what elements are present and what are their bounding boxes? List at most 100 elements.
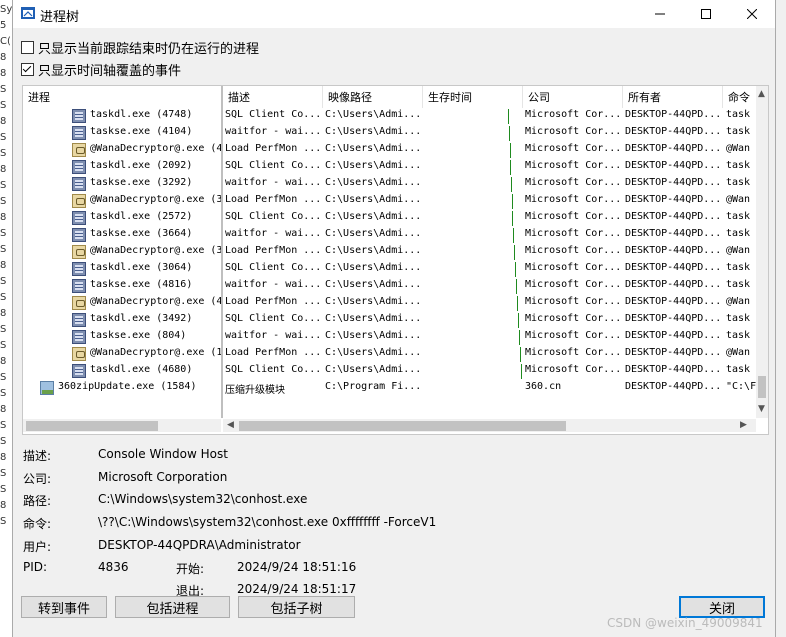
right-pane-horizontal-scrollbar[interactable]: ◀ ▶ — [223, 419, 756, 432]
process-image-path: C:\Users\Admi... — [325, 330, 421, 341]
column-header-owner[interactable]: 所有者 — [623, 86, 723, 108]
left-pane-horizontal-scrollbar[interactable] — [23, 419, 221, 432]
maximize-button[interactable] — [683, 0, 729, 28]
include-process-button[interactable]: 包括进程 — [115, 596, 230, 618]
process-row[interactable]: @WanaDecryptor@.exe (4 Load PerfMon ... C:… — [23, 141, 756, 158]
include-subtree-button[interactable]: 包括子树 — [238, 596, 355, 618]
process-description: Load PerfMon ... — [225, 347, 321, 358]
process-row[interactable]: @WanaDecryptor@.exe (3 Load PerfMon ... C:… — [23, 192, 756, 209]
process-name: taskdl.exe (3492) — [90, 313, 193, 324]
process-name: taskse.exe (4816) — [90, 279, 193, 290]
column-header-command[interactable]: 命令 — [723, 86, 756, 108]
process-row[interactable]: @WanaDecryptor@.exe (3 Load PerfMon ... C:… — [23, 243, 756, 260]
process-row[interactable]: taskdl.exe (4680) SQL Client Co... C:\User… — [23, 362, 756, 379]
process-owner: DESKTOP-44QPD... — [625, 194, 721, 205]
background-text: 8 — [0, 308, 7, 319]
background-text: S — [0, 228, 7, 239]
vertical-scroll-thumb[interactable] — [758, 376, 766, 398]
background-text: S — [0, 468, 7, 479]
process-tree-app-icon — [21, 7, 35, 19]
left-pane-scroll-thumb[interactable] — [26, 421, 158, 431]
process-command: @Wan — [726, 143, 751, 154]
process-image-path: C:\Users\Admi... — [325, 347, 421, 358]
detail-value-exit: 2024/9/24 18:51:17 — [237, 582, 357, 596]
process-description: waitfor - wai... — [225, 126, 321, 137]
only-running-checkbox[interactable]: 只显示当前跟踪结束时仍在运行的进程 — [21, 38, 381, 57]
close-window-button[interactable] — [729, 0, 775, 28]
column-header-process[interactable]: 进程 — [23, 86, 223, 108]
process-row[interactable]: taskdl.exe (2092) SQL Client Co... C:\User… — [23, 158, 756, 175]
exe-icon — [72, 279, 86, 293]
minimize-button[interactable] — [637, 0, 683, 28]
process-row[interactable]: taskdl.exe (4748) SQL Client Co... C:\User… — [23, 107, 756, 124]
process-command: task — [726, 279, 751, 290]
detail-label-company: 公司: — [23, 472, 52, 486]
exe-icon — [72, 364, 86, 378]
process-image-path: C:\Users\Admi... — [325, 262, 421, 273]
process-row[interactable]: @WanaDecryptor@.exe (4 Load PerfMon ... C:… — [23, 294, 756, 311]
checkbox-box[interactable] — [21, 40, 34, 54]
scroll-right-icon[interactable]: ▶ — [740, 420, 747, 430]
process-row[interactable]: @WanaDecryptor@.exe (1 Load PerfMon ... C:… — [23, 345, 756, 362]
process-name: @WanaDecryptor@.exe (3 — [90, 194, 221, 205]
column-header-company[interactable]: 公司 — [523, 86, 623, 108]
process-image-path: C:\Users\Admi... — [325, 279, 421, 290]
right-pane-scroll-thumb[interactable] — [239, 421, 566, 431]
process-owner: DESKTOP-44QPD... — [625, 381, 721, 392]
process-image-path: C:\Users\Admi... — [325, 296, 421, 307]
background-text: 8 — [0, 164, 7, 175]
process-owner: DESKTOP-44QPD... — [625, 296, 721, 307]
exe-icon — [72, 262, 86, 276]
process-image-path: C:\Users\Admi... — [325, 126, 421, 137]
process-owner: DESKTOP-44QPD... — [625, 160, 721, 171]
process-row[interactable]: taskse.exe (3664) waitfor - wai... C:\User… — [23, 226, 756, 243]
process-image-path: C:\Users\Admi... — [325, 109, 421, 120]
close-button[interactable]: 关闭 — [679, 596, 765, 618]
lifetime-bar — [510, 143, 511, 158]
process-row[interactable]: taskdl.exe (2572) SQL Client Co... C:\User… — [23, 209, 756, 226]
checkbox-box[interactable] — [21, 62, 34, 76]
process-row[interactable]: taskse.exe (804) waitfor - wai... C:\Users… — [23, 328, 756, 345]
process-row[interactable]: taskdl.exe (3064) SQL Client Co... C:\User… — [23, 260, 756, 277]
goto-event-button[interactable]: 转到事件 — [21, 596, 107, 618]
detail-value-start: 2024/9/24 18:51:16 — [237, 560, 357, 574]
process-command: task — [726, 211, 751, 222]
lifetime-bar — [519, 330, 520, 345]
process-owner: DESKTOP-44QPD... — [625, 279, 721, 290]
process-description: waitfor - wai... — [225, 177, 321, 188]
only-running-label: 只显示当前跟踪结束时仍在运行的进程 — [38, 41, 260, 57]
process-tree-list[interactable]: 进程 描述 映像路径 生存时间 公司 所有者 命令 taskdl.exe (47… — [22, 85, 769, 435]
scroll-down-icon[interactable]: ▼ — [758, 404, 765, 414]
scroll-left-icon[interactable]: ◀ — [227, 420, 234, 430]
process-description: waitfor - wai... — [225, 279, 321, 290]
process-company: Microsoft Cor... — [525, 262, 621, 273]
background-text: 8 — [0, 452, 7, 463]
detail-value-user: DESKTOP-44QPDRA\Administrator — [98, 538, 301, 552]
process-command: task — [726, 330, 751, 341]
lifetime-bar — [510, 160, 511, 175]
column-header-image-path[interactable]: 映像路径 — [323, 86, 423, 108]
process-company: Microsoft Cor... — [525, 364, 621, 375]
process-company: 360.cn — [525, 381, 562, 392]
process-row[interactable]: taskdl.exe (3492) SQL Client Co... C:\User… — [23, 311, 756, 328]
process-row[interactable]: taskse.exe (3292) waitfor - wai... C:\User… — [23, 175, 756, 192]
detail-value-company: Microsoft Corporation — [98, 470, 228, 484]
scroll-up-icon[interactable]: ▲ — [758, 89, 765, 99]
process-name: taskse.exe (4104) — [90, 126, 193, 137]
detail-value-path: C:\Windows\system32\conhost.exe — [98, 492, 308, 506]
process-row[interactable]: taskse.exe (4104) waitfor - wai... C:\User… — [23, 124, 756, 141]
process-image-path: C:\Users\Admi... — [325, 194, 421, 205]
process-row[interactable]: 360zipUpdate.exe (1584) 压缩升级模块 C:\Program … — [23, 379, 756, 396]
process-command: task — [726, 262, 751, 273]
process-image-path: C:\Users\Admi... — [325, 160, 421, 171]
process-company: Microsoft Cor... — [525, 143, 621, 154]
column-header-label: 命令 — [728, 91, 750, 104]
exe-icon — [72, 330, 86, 344]
column-header-lifetime[interactable]: 生存时间 — [423, 86, 523, 108]
process-owner: DESKTOP-44QPD... — [625, 228, 721, 239]
vertical-scrollbar[interactable]: ▲ ▼ — [756, 86, 768, 418]
process-row[interactable]: taskse.exe (4816) waitfor - wai... C:\User… — [23, 277, 756, 294]
window-title: 进程树 — [40, 10, 80, 25]
column-header-description[interactable]: 描述 — [223, 86, 323, 108]
only-timeline-checkbox[interactable]: 只显示时间轴覆盖的事件 — [21, 60, 381, 79]
